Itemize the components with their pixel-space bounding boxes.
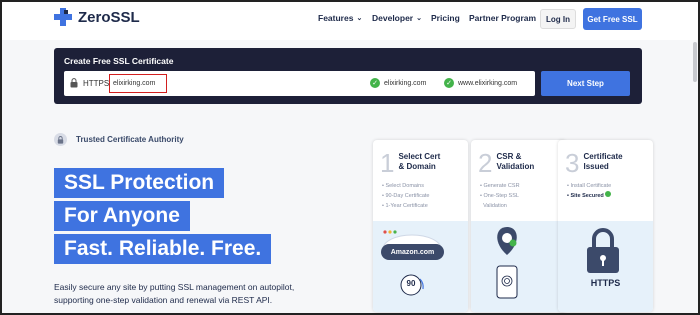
check-icon bbox=[605, 191, 612, 197]
list-item: • Generate CSR bbox=[480, 183, 520, 189]
padlock-icon bbox=[587, 228, 619, 273]
step-card-2-header: 2 CSR & Validation bbox=[478, 150, 534, 176]
list-item: • Select Domains bbox=[382, 183, 424, 189]
panel-title: Create Free SSL Certificate bbox=[64, 56, 174, 66]
domain-option-www[interactable]: ✓ www.elixirking.com bbox=[444, 78, 517, 88]
step-number: 2 bbox=[478, 148, 493, 178]
trusted-ca-label: Trusted Certificate Authority bbox=[76, 135, 184, 144]
https-label: HTTPS bbox=[590, 278, 621, 288]
step-number: 1 bbox=[380, 148, 395, 178]
nav-developer[interactable]: Developer ⌄ bbox=[372, 13, 422, 23]
step-title-line-1: Certificate bbox=[583, 152, 623, 161]
list-item: • One-Step SSL bbox=[480, 193, 519, 199]
hero-line-2: For Anyone bbox=[54, 201, 190, 231]
domain-input[interactable]: elixirking.com bbox=[109, 74, 167, 93]
step-title-line-1: Select Cert bbox=[398, 152, 441, 161]
next-step-button[interactable]: Next Step bbox=[541, 71, 630, 96]
domain-entry-box: HTTPS elixirking.com ✓ elixirking.com ✓ … bbox=[64, 71, 535, 96]
nav-features-label: Features bbox=[318, 13, 354, 23]
list-item: • 1-Year Certificate bbox=[382, 203, 428, 209]
brand-name: ZeroSSL bbox=[78, 8, 140, 26]
nav-developer-label: Developer bbox=[372, 13, 414, 23]
step-title-line-2: Issued bbox=[583, 161, 609, 171]
step-card-1-header: 1 Select Cert & Domain bbox=[380, 150, 440, 176]
nav-pricing[interactable]: Pricing bbox=[431, 13, 460, 23]
step-title-line-2: & Domain bbox=[398, 161, 436, 171]
step-card-1: 1 Select Cert & Domain • Select Domains … bbox=[373, 140, 468, 312]
nav-features[interactable]: Features ⌄ bbox=[318, 13, 362, 23]
site-header: ZeroSSL Features ⌄ Developer ⌄ Pricing P… bbox=[2, 2, 698, 40]
lock-badge-icon bbox=[54, 133, 67, 146]
list-item: • Install Certificate bbox=[567, 183, 612, 189]
days-label: 90 bbox=[406, 279, 416, 288]
protocol-label: HTTPS bbox=[83, 79, 110, 88]
step-card-3: 3 Certificate Issued • Install Certifica… bbox=[558, 140, 653, 312]
domain-option-root-label: elixirking.com bbox=[384, 79, 427, 87]
chevron-down-icon: ⌄ bbox=[356, 15, 363, 22]
step-list: • Generate CSR • One-Step SSL Validation bbox=[480, 181, 520, 211]
step-number: 3 bbox=[565, 148, 580, 178]
create-certificate-panel: Create Free SSL Certificate HTTPS elixir… bbox=[54, 48, 642, 104]
step-card-3-header: 3 Certificate Issued bbox=[565, 150, 623, 176]
check-icon: ✓ bbox=[370, 78, 380, 88]
hero-line-1: SSL Protection bbox=[54, 168, 225, 198]
step-title: Certificate Issued bbox=[583, 152, 622, 176]
hero-description-line-2: supporting one-step validation and renew… bbox=[54, 295, 273, 305]
domain-option-root[interactable]: ✓ elixirking.com bbox=[370, 78, 426, 88]
amazon-illustration: Amazon.com 90 bbox=[373, 221, 468, 312]
step-card-2: 2 CSR & Validation • Generate CSR • One-… bbox=[471, 140, 566, 312]
step-list: • Select Domains • 90-Day Certificate • … bbox=[382, 181, 430, 211]
list-item: Validation bbox=[483, 203, 507, 209]
logo[interactable]: ZeroSSL bbox=[54, 8, 140, 26]
list-item: • Site Secured bbox=[567, 191, 612, 201]
domain-option-www-label: www.elixirking.com bbox=[458, 79, 518, 87]
nav-pricing-label: Pricing bbox=[431, 13, 460, 23]
amazon-pill: Amazon.com bbox=[381, 244, 444, 260]
get-free-ssl-button[interactable]: Get Free SSL bbox=[583, 8, 642, 30]
login-button[interactable]: Log In bbox=[540, 9, 576, 29]
step-title-line-1: CSR & bbox=[496, 152, 522, 161]
step-title: CSR & Validation bbox=[496, 152, 534, 176]
nav-partner-program[interactable]: Partner Program bbox=[469, 13, 549, 23]
lock-icon bbox=[70, 78, 78, 88]
browser-window-icon bbox=[382, 230, 442, 296]
hero-line-3: Fast. Reliable. Free. bbox=[54, 234, 272, 264]
browser-viewport: ZeroSSL Features ⌄ Developer ⌄ Pricing P… bbox=[0, 0, 700, 315]
hero-description: Easily secure any site by putting SSL ma… bbox=[54, 281, 374, 307]
nav-partner-label: Partner Program bbox=[469, 13, 537, 23]
step-list: • Install Certificate • Site Secured bbox=[567, 181, 612, 201]
chevron-down-icon: ⌄ bbox=[416, 15, 422, 22]
step-title: Select Cert & Domain bbox=[398, 152, 440, 176]
zerossl-logo-icon bbox=[54, 8, 72, 26]
step-title-line-2: Validation bbox=[496, 161, 535, 171]
trusted-ca-badge: Trusted Certificate Authority bbox=[54, 133, 184, 146]
scrollbar-thumb[interactable] bbox=[693, 42, 697, 82]
check-icon: ✓ bbox=[444, 78, 454, 88]
list-item: • 90-Day Certificate bbox=[382, 193, 430, 199]
https-illustration: HTTPS bbox=[558, 221, 653, 312]
location-pin-icon bbox=[496, 227, 518, 299]
validation-illustration bbox=[471, 221, 566, 312]
hero-description-line-1: Easily secure any site by putting SSL ma… bbox=[54, 282, 295, 292]
